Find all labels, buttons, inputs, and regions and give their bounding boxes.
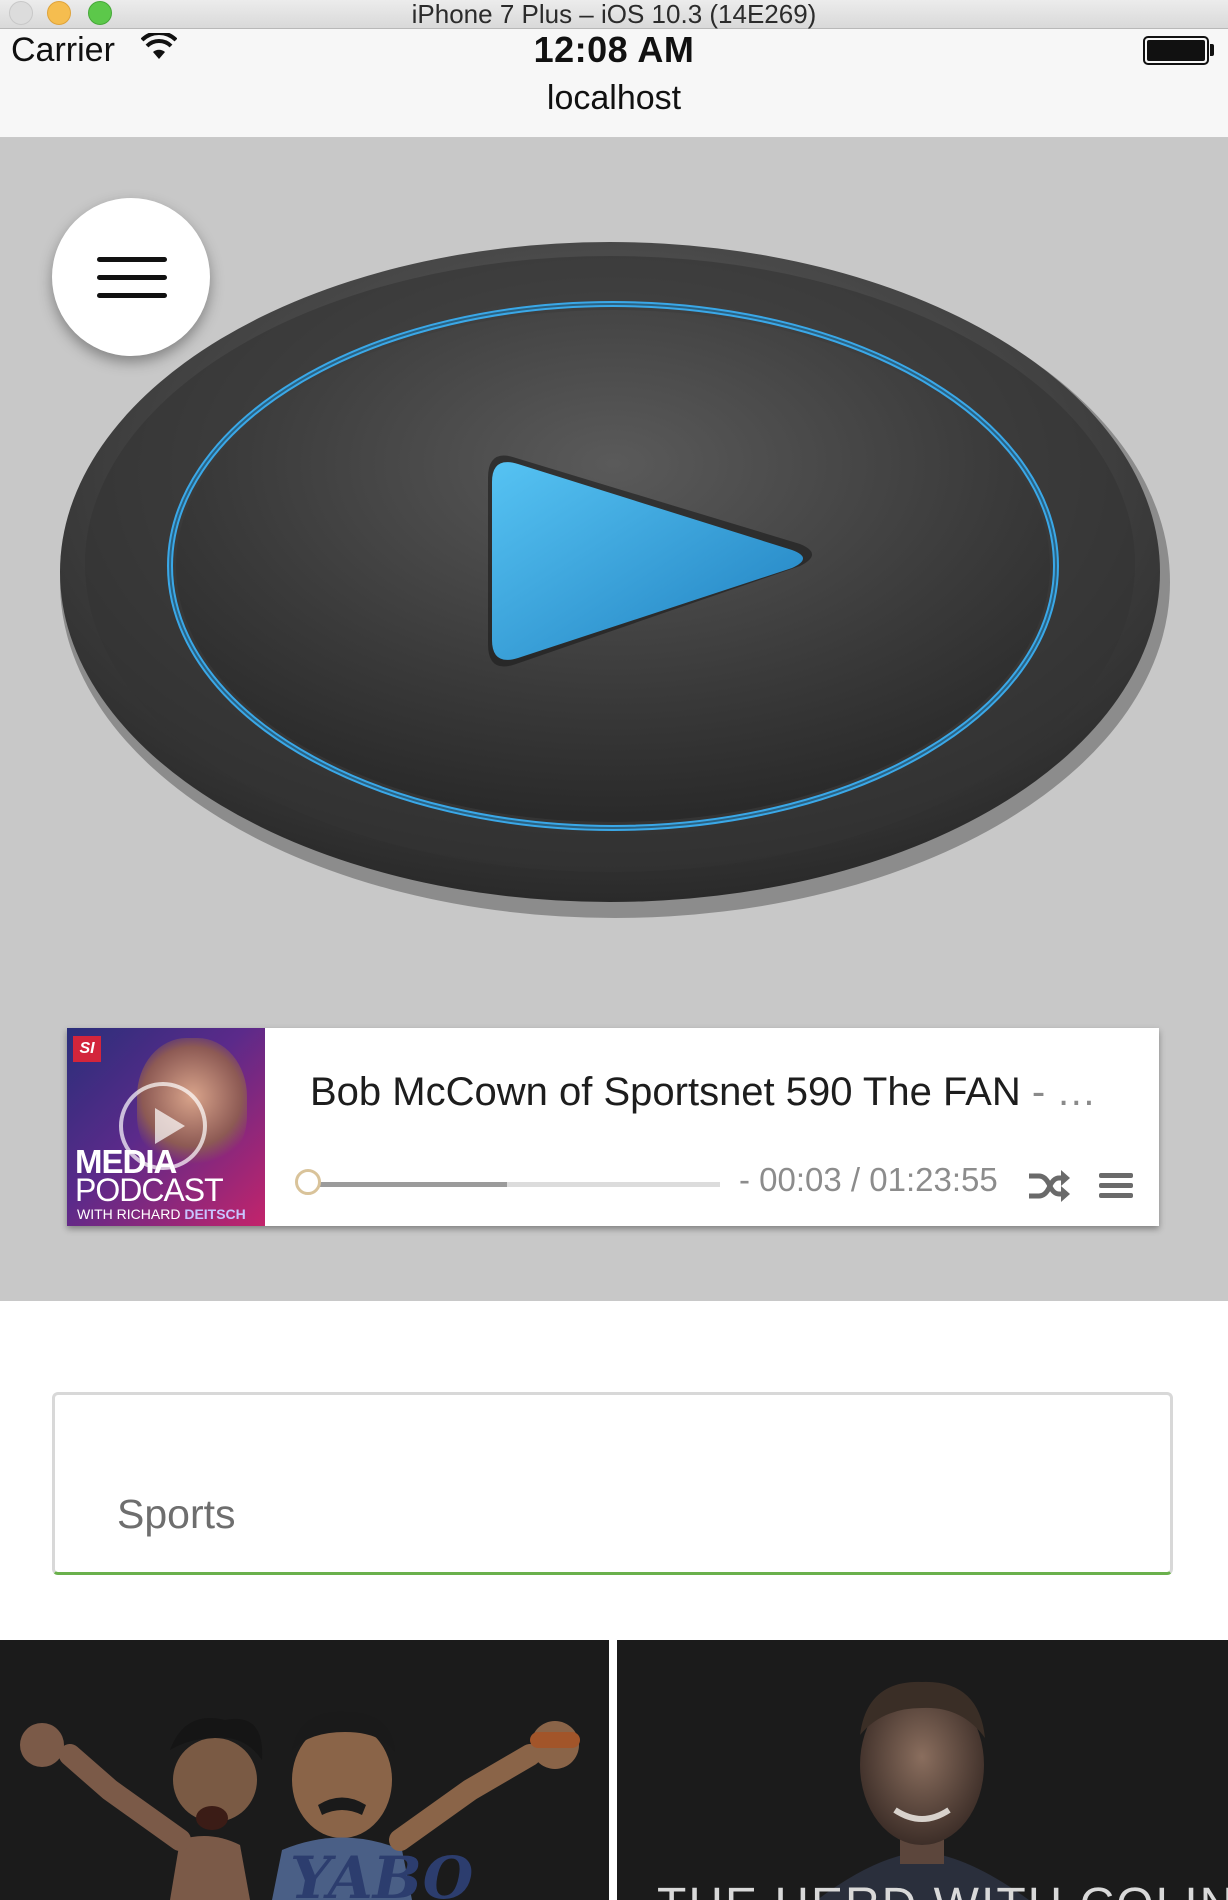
time-display: - 00:03 / 01:23:55	[739, 1161, 998, 1198]
play-icon[interactable]	[40, 228, 1180, 928]
show-grid: YABO THE HERD WITH COLIN	[0, 1640, 1228, 1900]
category-value: Sports	[117, 1491, 236, 1537]
show-tile-herd[interactable]: THE HERD WITH COLIN	[617, 1640, 1228, 1900]
battery-icon	[1143, 36, 1209, 65]
artwork-title-podcast: PODCAST	[75, 1172, 224, 1208]
show-tile-yabo[interactable]: YABO	[0, 1640, 609, 1900]
track-title: Bob McCown of Sportsnet 590 The FAN - …	[310, 1070, 1097, 1114]
address-bar[interactable]: localhost	[0, 79, 1228, 118]
seek-thumb[interactable]	[295, 1169, 321, 1195]
podcast-artwork: SI MEDIA PODCAST WITH RICHARD DEITSCH	[67, 1028, 265, 1226]
ios-status-bar: Carrier 12:08 AM localhost	[0, 29, 1228, 138]
category-field[interactable]: Sports	[52, 1392, 1173, 1575]
status-time: 12:08 AM	[533, 29, 695, 70]
now-playing-card[interactable]: SI MEDIA PODCAST WITH RICHARD DEITSCH Bo…	[67, 1028, 1159, 1226]
list-icon[interactable]	[1099, 1171, 1133, 1201]
player-hero: SI MEDIA PODCAST WITH RICHARD DEITSCH Bo…	[0, 138, 1228, 1301]
simulator-titlebar: iPhone 7 Plus – iOS 10.3 (14E269)	[0, 0, 1228, 29]
artwork-host: WITH RICHARD DEITSCH	[77, 1206, 246, 1222]
seek-bar[interactable]	[310, 1182, 720, 1187]
yabo-illustration: YABO	[20, 1711, 580, 1900]
hamburger-menu-icon[interactable]	[52, 198, 210, 356]
show-tile-caption: THE HERD WITH COLIN	[657, 1878, 1228, 1900]
host-portrait	[817, 1681, 1029, 1900]
seek-buffered	[310, 1182, 507, 1187]
yabo-shirt-text: YABO	[290, 1844, 474, 1900]
si-logo: SI	[73, 1036, 101, 1062]
simulator-title: iPhone 7 Plus – iOS 10.3 (14E269)	[411, 0, 817, 29]
shuffle-icon[interactable]	[1027, 1168, 1071, 1204]
